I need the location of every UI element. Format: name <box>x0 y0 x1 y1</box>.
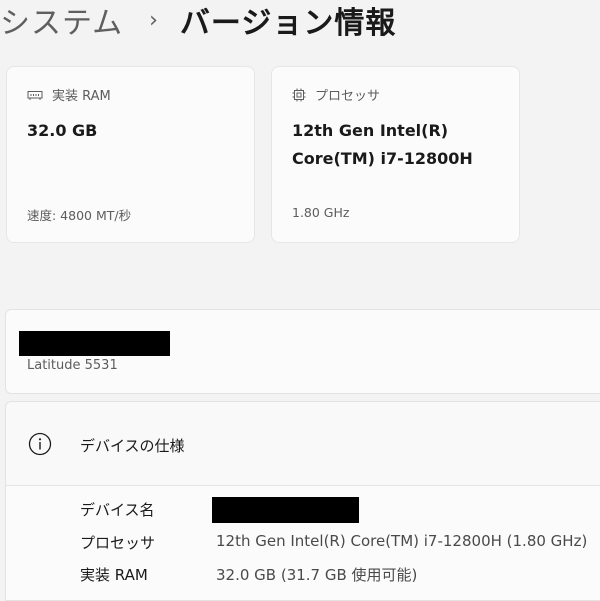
ram-card-header: 実装 RAM <box>27 85 111 104</box>
processor-card-label: プロセッサ <box>315 89 381 104</box>
info-icon <box>28 432 52 456</box>
breadcrumb: システム › バージョン情報 <box>0 0 396 44</box>
device-specs-panel: デバイスの仕様 デバイス名 プロセッサ 12th Gen Intel(R) Co… <box>5 401 600 601</box>
spec-value-processor: 12th Gen Intel(R) Core(TM) i7-12800H (1.… <box>216 532 588 550</box>
processor-value-line2: Core(TM) i7-12800H <box>292 149 473 168</box>
spec-label-device-name: デバイス名 <box>80 501 155 519</box>
spec-row-device-name: デバイス名 <box>80 497 600 527</box>
ram-card: 実装 RAM 32.0 GB 速度: 4800 MT/秒 <box>6 66 255 243</box>
redacted-device-name <box>19 331 170 356</box>
spec-label-ram: 実装 RAM <box>80 566 148 584</box>
ram-value: 32.0 GB <box>27 121 98 140</box>
ram-card-value: 32.0 GB <box>27 117 97 145</box>
ram-icon <box>27 90 43 100</box>
processor-card-header: プロセッサ <box>292 85 380 104</box>
device-name-panel: Latitude 5531 <box>5 309 600 394</box>
redacted-device-name-value <box>212 497 359 523</box>
processor-speed: 1.80 GHz <box>292 205 350 220</box>
spec-label-processor: プロセッサ <box>80 534 156 552</box>
chevron-right-icon: › <box>149 7 158 33</box>
device-specs-title: デバイスの仕様 <box>80 437 185 455</box>
processor-icon <box>292 88 306 101</box>
breadcrumb-system-link[interactable]: システム <box>0 0 123 42</box>
processor-value-line1: 12th Gen Intel(R) <box>292 121 449 140</box>
device-specs-header[interactable]: デバイスの仕様 <box>6 402 600 486</box>
processor-card: プロセッサ 12th Gen Intel(R) Core(TM) i7-1280… <box>271 66 520 243</box>
ram-speed: 速度: 4800 MT/秒 <box>27 208 132 223</box>
processor-card-value: 12th Gen Intel(R) Core(TM) i7-12800H <box>292 117 473 173</box>
spec-row-ram: 実装 RAM 32.0 GB (31.7 GB 使用可能) <box>80 564 600 592</box>
ram-card-label: 実装 RAM <box>52 89 111 104</box>
device-model: Latitude 5531 <box>27 358 118 373</box>
spec-value-ram: 32.0 GB (31.7 GB 使用可能) <box>216 566 418 584</box>
spec-row-processor: プロセッサ 12th Gen Intel(R) Core(TM) i7-1280… <box>80 532 600 560</box>
page-title: バージョン情報 <box>179 6 397 41</box>
